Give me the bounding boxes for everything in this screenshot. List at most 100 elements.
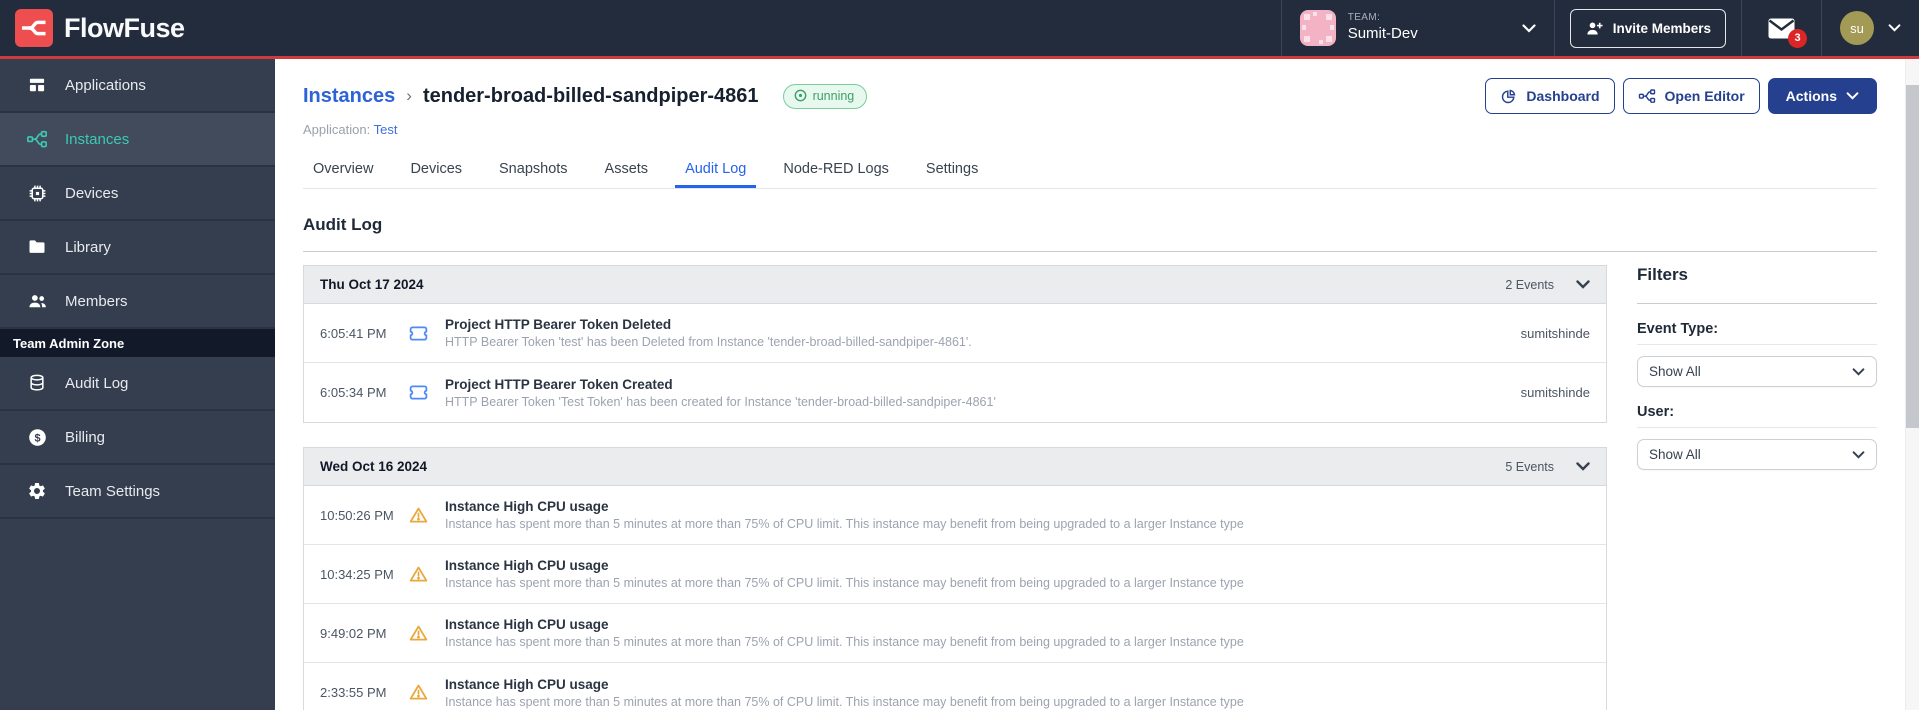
sidebar-item-label: Audit Log	[65, 374, 129, 392]
audit-event-row: 6:05:34 PM Project HTTP Bearer Token Cre…	[304, 363, 1606, 422]
scrollbar-thumb[interactable]	[1906, 85, 1919, 428]
event-title: Project HTTP Bearer Token Created	[445, 376, 673, 392]
token-icon	[408, 322, 430, 344]
instances-icon	[26, 128, 48, 150]
sidebar-item-audit-log[interactable]: Audit Log	[0, 357, 275, 411]
audit-log-heading: Audit Log	[303, 215, 383, 234]
audit-group: Wed Oct 16 2024 5 Events 10:50:26 PM Ins…	[303, 447, 1607, 710]
sidebar: Applications Instances Devices Library M…	[0, 59, 275, 710]
page-title: tender-broad-billed-sandpiper-4861	[422, 84, 759, 107]
breadcrumb-separator: ›	[406, 86, 412, 105]
warning-icon	[408, 622, 430, 644]
main-content: Instances › tender-broad-billed-sandpipe…	[275, 59, 1905, 710]
database-icon	[26, 372, 48, 394]
collapse-chevron-icon	[1576, 280, 1590, 289]
audit-event-row: 6:05:41 PM Project HTTP Bearer Token Del…	[304, 304, 1606, 363]
audit-event-row: 2:33:55 PM Instance High CPU usage Insta…	[304, 663, 1606, 710]
sidebar-item-team-settings[interactable]: Team Settings	[0, 465, 275, 519]
dashboard-button[interactable]: Dashboard	[1485, 78, 1615, 114]
event-description: HTTP Bearer Token 'test' has been Delete…	[445, 335, 972, 349]
actions-button[interactable]: Actions	[1767, 78, 1877, 114]
event-user: sumitshinde	[1520, 325, 1590, 341]
user-filter-label: User:	[1637, 404, 1877, 428]
applications-icon	[26, 74, 48, 96]
open-editor-button-label: Open Editor	[1664, 88, 1745, 104]
warning-icon	[408, 682, 430, 704]
sidebar-item-billing[interactable]: $ Billing	[0, 411, 275, 465]
flowfuse-logo[interactable]: FlowFuse	[0, 0, 185, 56]
sidebar-filler	[0, 519, 275, 710]
tab-snapshots[interactable]: Snapshots	[489, 152, 578, 188]
breadcrumb-instances-link[interactable]: Instances	[303, 85, 395, 108]
event-time: 10:50:26 PM	[320, 507, 394, 523]
team-admin-zone-header: Team Admin Zone	[0, 329, 275, 357]
flowfuse-logo-icon	[15, 9, 53, 47]
fork-icon	[1638, 89, 1655, 103]
event-time: 6:05:34 PM	[320, 385, 387, 400]
target-icon	[794, 89, 806, 102]
filters-divider	[1637, 303, 1877, 304]
event-description: Instance has spent more than 5 minutes a…	[445, 694, 1244, 709]
collapse-chevron-icon	[1576, 462, 1590, 471]
event-type-value: Show All	[1649, 364, 1701, 379]
event-type-select[interactable]: Show All	[1637, 356, 1877, 387]
application-link[interactable]: Test	[374, 122, 398, 137]
app-window: FlowFuse TEAM: Sumit-Dev Invite Members …	[0, 0, 1919, 710]
group-date: Wed Oct 16 2024	[320, 459, 428, 474]
tab-bar: Overview Devices Snapshots Assets Audit …	[303, 152, 1877, 189]
team-label: TEAM:	[1347, 12, 1381, 24]
sidebar-item-label: Team Settings	[65, 482, 161, 500]
breadcrumb: Instances › tender-broad-billed-sandpipe…	[303, 78, 1877, 114]
status-badge: running	[782, 83, 868, 109]
sidebar-item-library[interactable]: Library	[0, 221, 275, 275]
application-label: Application:	[303, 122, 371, 137]
sidebar-item-label: Applications	[65, 76, 146, 94]
sidebar-item-devices[interactable]: Devices	[0, 167, 275, 221]
chip-icon	[26, 182, 48, 204]
tab-audit-log[interactable]: Audit Log	[675, 152, 757, 188]
chevron-down-icon	[1852, 367, 1865, 376]
sidebar-item-instances[interactable]: Instances	[0, 113, 275, 167]
audit-group-header[interactable]: Wed Oct 16 2024 5 Events	[304, 448, 1606, 486]
user-menu[interactable]: su	[1821, 0, 1919, 56]
group-date: Thu Oct 17 2024	[320, 277, 424, 292]
invite-members-button[interactable]: Invite Members	[1569, 8, 1726, 48]
event-type-label: Event Type:	[1637, 321, 1877, 345]
notifications-button[interactable]: 3	[1741, 0, 1821, 56]
event-description: HTTP Bearer Token 'Test Token' has been …	[445, 394, 996, 409]
scrollbar-track[interactable]	[1905, 59, 1919, 710]
invite-members-label: Invite Members	[1612, 20, 1711, 36]
event-time: 10:34:25 PM	[320, 566, 394, 582]
event-time: 6:05:41 PM	[320, 325, 387, 341]
tab-settings[interactable]: Settings	[916, 152, 988, 188]
filters-panel: Filters Event Type: Show All User: Show …	[1637, 265, 1877, 470]
team-selector[interactable]: TEAM: Sumit-Dev	[1280, 0, 1554, 56]
user-select[interactable]: Show All	[1637, 439, 1877, 470]
audit-event-row: 9:49:02 PM Instance High CPU usage Insta…	[304, 604, 1606, 663]
dollar-icon: $	[26, 426, 48, 448]
sidebar-item-label: Instances	[65, 130, 130, 148]
events-count: 5 Events	[1505, 459, 1554, 474]
sidebar-item-applications[interactable]: Applications	[0, 59, 275, 113]
open-editor-button[interactable]: Open Editor	[1622, 78, 1760, 114]
event-description: Instance has spent more than 5 minutes a…	[445, 635, 1244, 649]
top-bar: FlowFuse TEAM: Sumit-Dev Invite Members …	[0, 0, 1919, 59]
token-icon	[408, 382, 430, 404]
chevron-down-icon	[1852, 450, 1865, 459]
audit-group-header[interactable]: Thu Oct 17 2024 2 Events	[304, 266, 1606, 304]
tab-devices[interactable]: Devices	[400, 152, 472, 188]
sidebar-item-label: Billing	[65, 428, 106, 446]
dashboard-button-label: Dashboard	[1526, 88, 1600, 104]
chevron-down-icon	[1888, 24, 1901, 32]
members-icon	[26, 290, 48, 312]
sidebar-item-label: Members	[65, 292, 128, 310]
user-filter-value: Show All	[1649, 447, 1701, 462]
tab-assets[interactable]: Assets	[595, 152, 659, 188]
tab-node-red-logs[interactable]: Node-RED Logs	[773, 152, 899, 188]
tab-overview[interactable]: Overview	[303, 152, 383, 188]
sidebar-item-members[interactable]: Members	[0, 275, 275, 329]
warning-icon	[408, 504, 430, 526]
chevron-down-icon	[1522, 23, 1536, 33]
team-name: Sumit-Dev	[1347, 24, 1418, 42]
warning-icon	[408, 563, 430, 585]
